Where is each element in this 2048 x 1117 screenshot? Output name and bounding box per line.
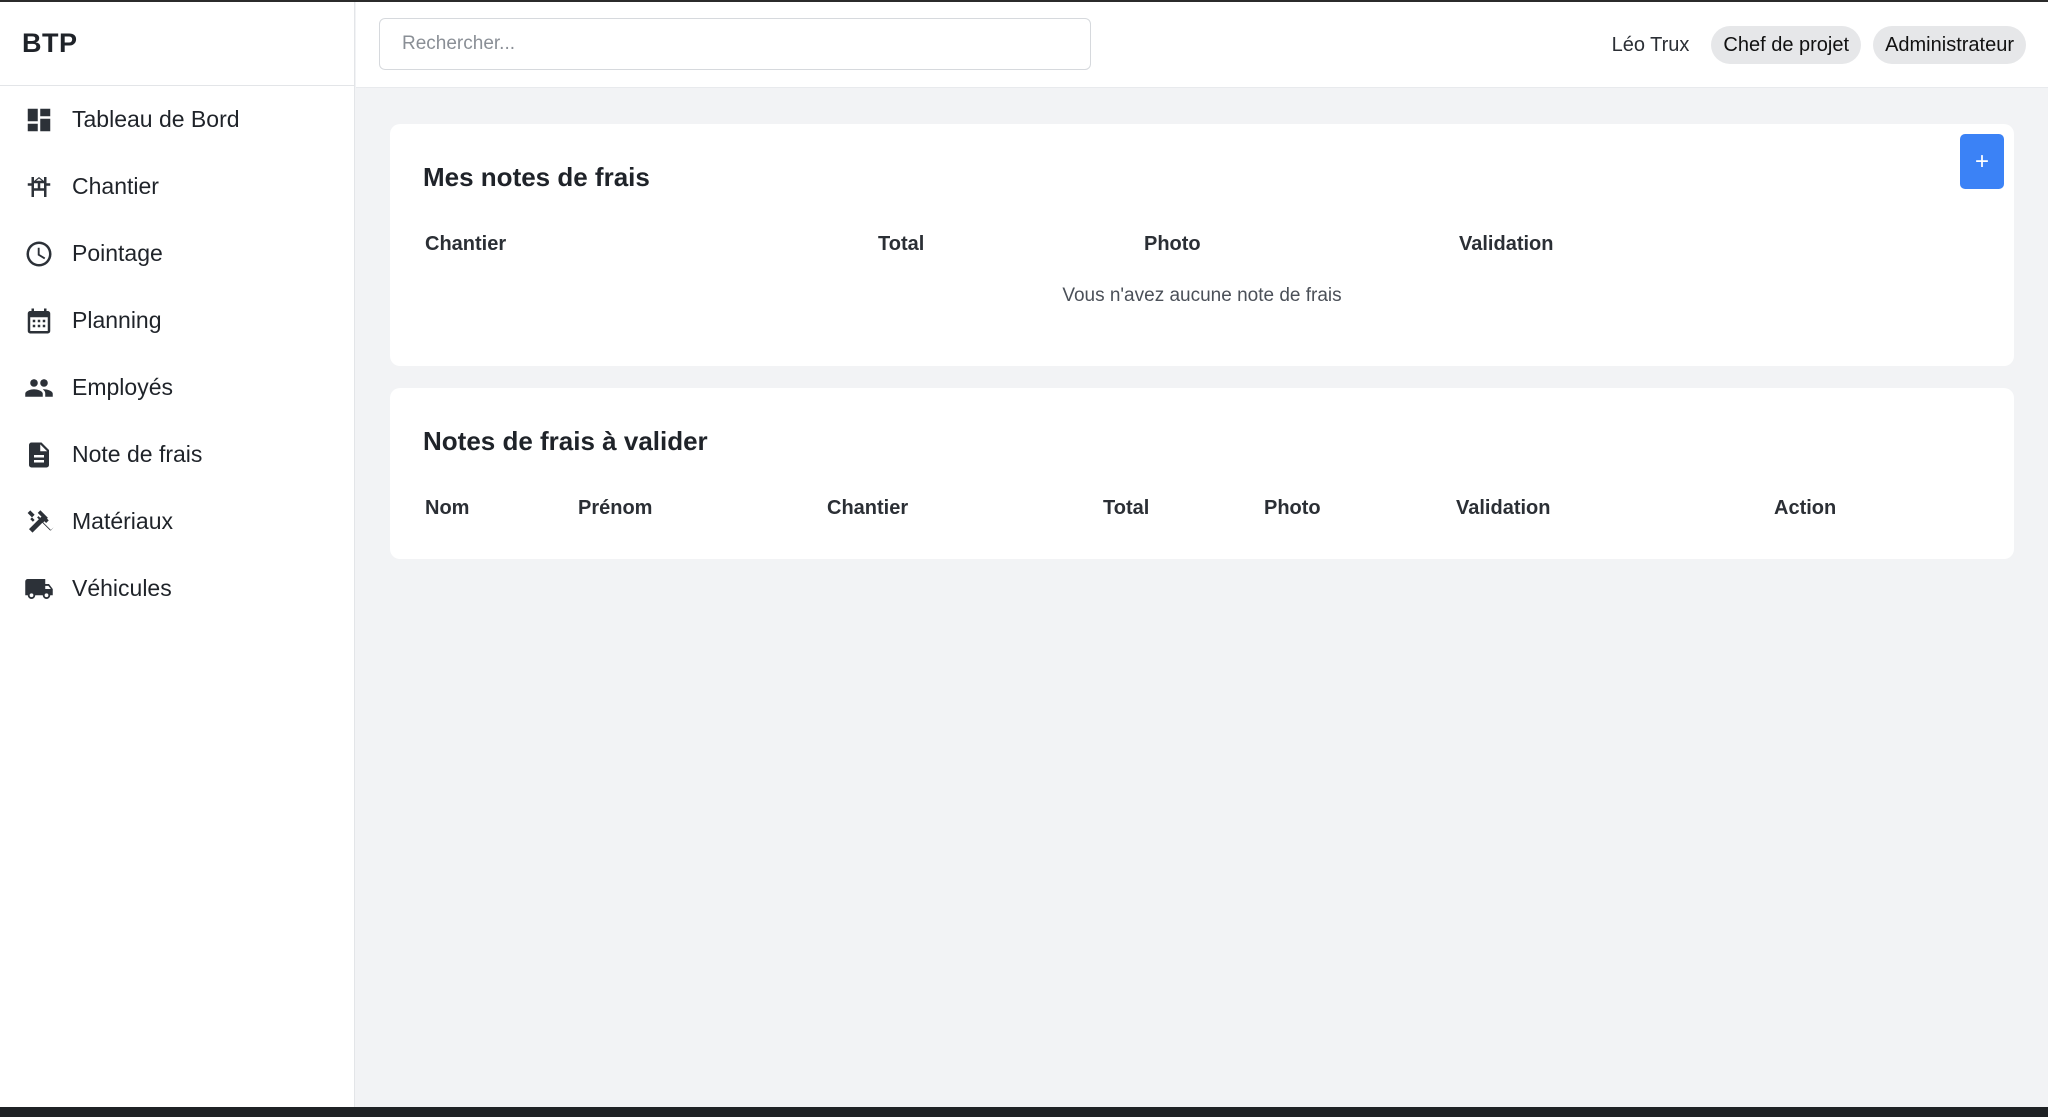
- user-name: Léo Trux: [1611, 33, 1690, 56]
- truck-icon: [24, 574, 54, 604]
- sidebar-item-label: Note de frais: [72, 441, 203, 467]
- empty-state-message: Vous n'avez aucune note de frais: [1062, 285, 1342, 306]
- column-header-validation: Validation: [1456, 497, 1551, 519]
- role-badge-administrateur[interactable]: Administrateur: [1873, 26, 2026, 64]
- column-header-chantier: Chantier: [425, 233, 507, 255]
- my-expenses-title: Mes notes de frais: [423, 162, 650, 192]
- column-header-photo: Photo: [1144, 233, 1201, 255]
- sidebar-nav: Tableau de Bord Chantier Pointage Planni…: [0, 86, 354, 622]
- column-header-action: Action: [1774, 497, 1837, 519]
- expenses-to-validate-card: Notes de frais à valider Nom Prénom Chan…: [390, 388, 2014, 559]
- column-header-nom: Nom: [425, 497, 470, 519]
- sidebar-item-note-de-frais[interactable]: Note de frais: [0, 421, 354, 488]
- role-badge-chef-de-projet[interactable]: Chef de projet: [1711, 26, 1862, 64]
- sidebar-item-label: Tableau de Bord: [72, 106, 240, 132]
- construction-site-icon: [24, 172, 54, 202]
- column-header-chantier: Chantier: [827, 497, 909, 519]
- top-header: Léo Trux Chef de projet Administrateur: [356, 2, 2048, 88]
- sidebar-item-label: Pointage: [72, 240, 163, 266]
- column-header-total: Total: [878, 233, 925, 255]
- people-icon: [24, 373, 54, 403]
- sidebar: BTP Tableau de Bord Chantier Pointage Pl…: [0, 2, 355, 1107]
- tools-icon: [24, 507, 54, 537]
- sidebar-item-materiaux[interactable]: Matériaux: [0, 488, 354, 555]
- column-header-validation: Validation: [1459, 233, 1554, 255]
- sidebar-item-label: Employés: [72, 374, 173, 400]
- sidebar-item-tableau-de-bord[interactable]: Tableau de Bord: [0, 86, 354, 153]
- column-header-total: Total: [1103, 497, 1150, 519]
- window-bottom-bar: [0, 1107, 2048, 1117]
- clock-icon: [24, 239, 54, 269]
- sidebar-item-label: Planning: [72, 307, 162, 333]
- sidebar-item-vehicules[interactable]: Véhicules: [0, 555, 354, 622]
- sidebar-item-chantier[interactable]: Chantier: [0, 153, 354, 220]
- search-input[interactable]: [379, 18, 1091, 70]
- sidebar-item-planning[interactable]: Planning: [0, 287, 354, 354]
- add-expense-button[interactable]: +: [1960, 134, 2004, 189]
- sidebar-item-label: Chantier: [72, 173, 159, 199]
- user-area: Léo Trux Chef de projet Administrateur: [1612, 26, 2026, 64]
- brand-logo-text[interactable]: BTP: [0, 2, 354, 86]
- sidebar-item-employes[interactable]: Employés: [0, 354, 354, 421]
- expenses-to-validate-title: Notes de frais à valider: [423, 426, 708, 456]
- my-expenses-card: Mes notes de frais + Chantier Total Phot…: [390, 124, 2014, 366]
- sidebar-item-label: Matériaux: [72, 508, 173, 534]
- column-header-prenom: Prénom: [578, 497, 653, 519]
- sidebar-item-pointage[interactable]: Pointage: [0, 220, 354, 287]
- document-icon: [24, 440, 54, 470]
- dashboard-icon: [24, 105, 54, 135]
- column-header-photo: Photo: [1264, 497, 1321, 519]
- calendar-icon: [24, 306, 54, 336]
- sidebar-item-label: Véhicules: [72, 575, 172, 601]
